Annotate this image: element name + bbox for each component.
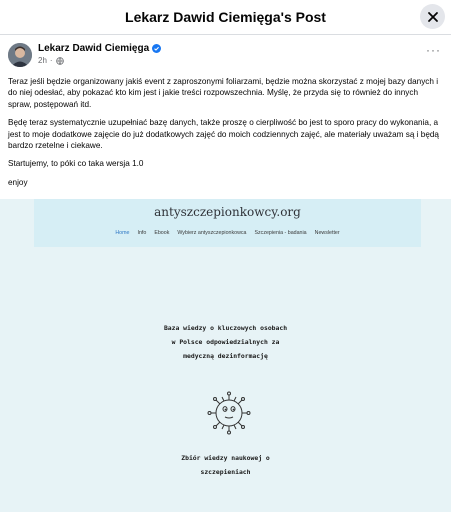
heading-line: medyczną dezinformację bbox=[183, 352, 268, 360]
nav-item-newsletter: Newsletter bbox=[314, 230, 340, 236]
verified-badge-icon bbox=[152, 44, 162, 53]
nav-item-wybierz: Wybierz antyszczepionkowca bbox=[177, 230, 247, 236]
author-name[interactable]: Lekarz Dawid Ciemięga bbox=[38, 43, 149, 54]
meta-separator: · bbox=[49, 56, 53, 65]
website-header: antyszczepionkowcy.org Home Info Ebook W… bbox=[34, 199, 421, 247]
post-paragraph: enjoy bbox=[8, 177, 28, 187]
post-paragraph: Będę teraz systematycznie uzupełniać baz… bbox=[8, 118, 439, 151]
heading-line: Baza wiedzy o kluczowych osobach bbox=[163, 324, 288, 332]
more-options-button[interactable]: ··· bbox=[426, 43, 441, 57]
nav-item-szczepienia: Szczepienia - badania bbox=[254, 230, 307, 236]
nav-item-info: Info bbox=[137, 230, 147, 236]
website-nav: Home Info Ebook Wybierz antyszczepionkow… bbox=[34, 230, 421, 236]
heading-line: szczepieniach bbox=[200, 468, 251, 476]
post-time[interactable]: 2h bbox=[38, 56, 47, 65]
post-dialog-header: Lekarz Dawid Ciemięga's Post bbox=[0, 0, 451, 35]
post-header: Lekarz Dawid Ciemięga 2h · ··· bbox=[0, 35, 451, 67]
website-title: antyszczepionkowcy.org bbox=[154, 205, 301, 219]
post-paragraph: Startujemy, to póki co taka wersja 1.0 bbox=[8, 159, 144, 169]
post-paragraph: Teraz jeśli będzie organizowany jakiś ev… bbox=[8, 77, 439, 109]
close-button[interactable] bbox=[420, 4, 445, 29]
dialog-title: Lekarz Dawid Ciemięga's Post bbox=[125, 9, 326, 25]
heading-line: w Polsce odpowiedzialnych za bbox=[171, 338, 280, 346]
virus-illustration-icon bbox=[207, 391, 251, 435]
avatar[interactable] bbox=[8, 43, 32, 67]
website-heading-science: Zbiór wiedzy naukowej o szczepieniach bbox=[0, 451, 451, 479]
heading-line: Zbiór wiedzy naukowej o bbox=[181, 454, 270, 462]
avatar-image bbox=[8, 43, 32, 67]
post-image[interactable]: antyszczepionkowcy.org Home Info Ebook W… bbox=[0, 199, 451, 512]
post-text: Teraz jeśli będzie organizowany jakiś ev… bbox=[0, 67, 451, 188]
globe-icon[interactable] bbox=[55, 56, 64, 65]
close-icon bbox=[427, 11, 438, 22]
nav-item-ebook: Ebook bbox=[154, 230, 170, 236]
website-heading-database: Baza wiedzy o kluczowych osobach w Polsc… bbox=[0, 321, 451, 363]
nav-item-home: Home bbox=[115, 230, 130, 236]
